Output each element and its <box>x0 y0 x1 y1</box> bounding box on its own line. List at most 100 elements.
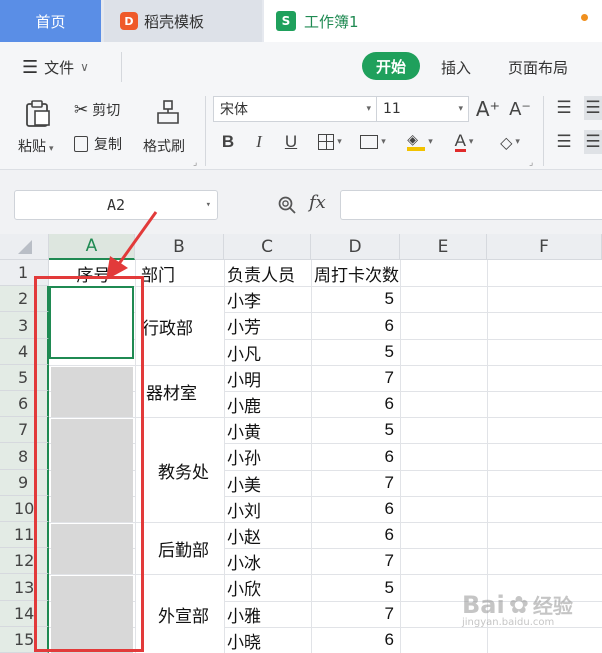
person-cell[interactable]: 小凡 <box>227 339 311 365</box>
person-cell[interactable]: 小晓 <box>227 627 311 653</box>
format-painter-icon[interactable] <box>154 98 182 126</box>
menu-bar: ☰ 文件 ∨ ▿ 插入 页面布局 <box>0 42 602 116</box>
format-painter-button[interactable]: 格式刷 <box>143 136 185 156</box>
person-cell[interactable]: 小明 <box>227 365 311 391</box>
person-cell[interactable]: 小赵 <box>227 522 311 548</box>
person-cell[interactable]: 小雅 <box>227 601 311 627</box>
docer-logo-icon: D <box>120 12 138 30</box>
copy-label: 复制 <box>94 137 122 153</box>
start-tab-button[interactable]: 开始 <box>362 52 420 80</box>
font-expand-icon[interactable]: ⌟ <box>529 158 533 168</box>
underline-button[interactable]: U <box>282 129 300 155</box>
align-center-icon[interactable]: ☰ <box>584 130 602 154</box>
italic-button[interactable]: I <box>250 129 268 155</box>
clipboard-expand-icon[interactable]: ⌟ <box>193 158 197 168</box>
paste-icon[interactable] <box>22 98 54 128</box>
tab-bar: 首页 D 稻壳模板 S 工作簿1 <box>0 0 602 42</box>
count-cell[interactable]: 6 <box>314 391 400 417</box>
page-layout-menu-label: 页面布局 <box>508 58 569 77</box>
page-layout-menu[interactable]: 页面布局 <box>508 42 568 92</box>
merge-cells-button[interactable]: ▾ <box>356 131 390 153</box>
clear-format-button[interactable]: ◇ ▾ <box>492 131 528 153</box>
header-cell-count[interactable]: 周打卡次数 <box>314 260 454 286</box>
font-size-select[interactable]: 11 ▾ <box>377 96 469 122</box>
align-middle-icon[interactable]: ☰ <box>584 96 602 120</box>
chevron-down-icon: ∨ <box>80 60 89 74</box>
copy-button[interactable]: 复制 <box>74 134 122 154</box>
watermark-suffix: 经验 <box>532 594 573 618</box>
count-cell[interactable]: 7 <box>314 470 400 496</box>
person-cell[interactable]: 小刘 <box>227 496 311 522</box>
zoom-search-icon[interactable] <box>276 194 298 216</box>
person-cell[interactable]: 小李 <box>227 286 311 312</box>
column-header-c[interactable]: C <box>224 234 311 260</box>
count-cell[interactable]: 7 <box>314 548 400 574</box>
tab-home[interactable]: 首页 <box>0 0 101 42</box>
count-cell[interactable]: 5 <box>314 286 400 312</box>
department-cell[interactable]: 行政部 <box>136 287 224 365</box>
divider <box>205 96 206 166</box>
align-left-icon[interactable]: ☰ <box>552 130 576 154</box>
font-name-select[interactable]: 宋体 ▾ <box>213 96 377 122</box>
merge-cells-icon <box>360 135 379 149</box>
count-cell[interactable]: 7 <box>314 365 400 391</box>
paste-button[interactable]: 粘贴 ▾ <box>18 136 54 156</box>
fill-color-button[interactable]: ◈ ▾ <box>402 131 438 153</box>
hamburger-icon: ☰ <box>22 56 39 78</box>
divider <box>121 52 122 82</box>
column-header-f[interactable]: F <box>487 234 602 260</box>
department-cell[interactable]: 后勤部 <box>136 523 224 574</box>
chevron-down-icon: ▾ <box>458 104 463 114</box>
fx-button[interactable]: fx <box>309 192 326 213</box>
header-cell-person[interactable]: 负责人员 <box>227 260 311 286</box>
font-name-value: 宋体 <box>220 102 248 118</box>
person-cell[interactable]: 小黄 <box>227 417 311 443</box>
count-cell[interactable]: 6 <box>314 312 400 339</box>
align-top-icon[interactable]: ☰ <box>552 96 576 120</box>
person-cell[interactable]: 小欣 <box>227 574 311 601</box>
count-cell[interactable]: 6 <box>314 496 400 522</box>
gridline-col <box>224 260 225 653</box>
font-color-button[interactable]: A ▾ <box>447 131 481 153</box>
department-cell[interactable]: 教务处 <box>136 418 224 522</box>
chevron-down-icon: ▾ <box>205 200 211 210</box>
fx-label: fx <box>309 192 326 213</box>
count-cell[interactable]: 7 <box>314 601 400 627</box>
column-header-e[interactable]: E <box>400 234 487 260</box>
insert-menu[interactable]: 插入 <box>441 42 471 92</box>
select-all-corner[interactable] <box>0 234 49 260</box>
person-cell[interactable]: 小冰 <box>227 548 311 574</box>
font-color-label: A <box>454 130 466 152</box>
person-cell[interactable]: 小鹿 <box>227 391 311 417</box>
borders-button[interactable]: ▾ <box>314 131 346 153</box>
eraser-icon: ◇ <box>500 132 513 152</box>
column-header-d[interactable]: D <box>311 234 400 260</box>
red-arrow-annotation <box>106 211 158 280</box>
file-menu-label: 文件 <box>44 58 75 77</box>
file-menu[interactable]: ☰ 文件 ∨ <box>22 42 89 92</box>
count-cell[interactable]: 5 <box>314 339 400 365</box>
shrink-font-label: A⁻ <box>509 98 531 120</box>
person-cell[interactable]: 小芳 <box>227 312 311 339</box>
person-cell[interactable]: 小孙 <box>227 443 311 470</box>
spreadsheet-icon: S <box>276 11 296 31</box>
count-cell[interactable]: 6 <box>314 522 400 548</box>
cut-button[interactable]: ✂ 剪切 <box>74 100 120 120</box>
baidu-watermark: Bai ✿ 经验 jingyan.baidu.com <box>462 590 592 640</box>
count-cell[interactable]: 5 <box>314 417 400 443</box>
department-cell[interactable]: 器材室 <box>136 366 224 417</box>
tab-workbook[interactable]: S 工作簿1 <box>264 0 602 42</box>
count-cell[interactable]: 6 <box>314 443 400 470</box>
tab-docer-templates[interactable]: D 稻壳模板 <box>104 0 262 42</box>
count-cell[interactable]: 6 <box>314 627 400 653</box>
department-cell[interactable]: 外宣部 <box>136 575 224 653</box>
bold-button[interactable]: B <box>219 129 237 155</box>
gridline-col <box>400 260 401 653</box>
tab-workbook-label: 工作簿1 <box>304 12 359 31</box>
decrease-font-button[interactable]: A⁻ <box>508 96 532 122</box>
count-cell[interactable]: 5 <box>314 574 400 601</box>
paint-bucket-icon: ◈ <box>407 133 426 151</box>
increase-font-button[interactable]: A⁺ <box>476 96 500 122</box>
person-cell[interactable]: 小美 <box>227 470 311 496</box>
formula-input[interactable] <box>340 190 602 220</box>
